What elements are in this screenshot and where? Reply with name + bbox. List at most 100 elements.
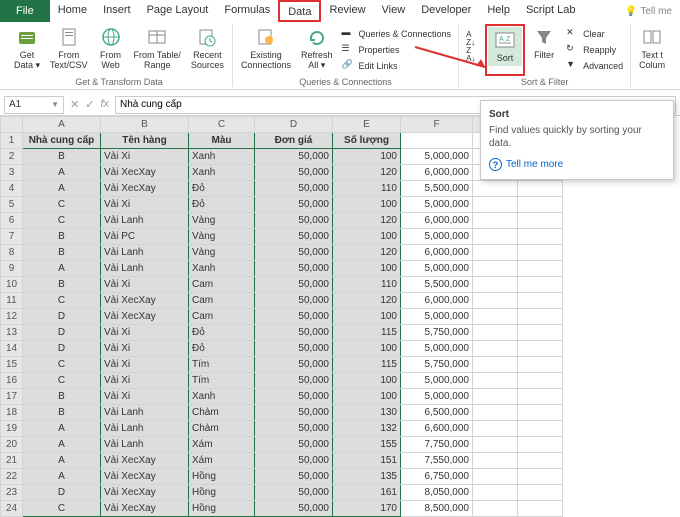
cell[interactable]: [518, 181, 563, 197]
cell[interactable]: 50,000: [255, 421, 333, 437]
cell[interactable]: 100: [333, 197, 401, 213]
cell[interactable]: B: [23, 405, 101, 421]
cell[interactable]: Vải Lanh: [101, 245, 189, 261]
cell[interactable]: D: [23, 485, 101, 501]
row-header[interactable]: 24: [1, 501, 23, 517]
cell[interactable]: A: [23, 261, 101, 277]
cell[interactable]: [473, 213, 518, 229]
text-to-columns-button[interactable]: Text t Colum: [635, 24, 669, 87]
cell[interactable]: A: [23, 437, 101, 453]
cell[interactable]: [473, 277, 518, 293]
tab-home[interactable]: Home: [50, 0, 95, 22]
edit-links-button[interactable]: 🔗Edit Links: [339, 58, 455, 74]
cell[interactable]: 50,000: [255, 213, 333, 229]
cell[interactable]: 50,000: [255, 341, 333, 357]
cell[interactable]: [473, 293, 518, 309]
cell[interactable]: [473, 501, 518, 517]
cell[interactable]: Vàng: [189, 213, 255, 229]
cell[interactable]: 130: [333, 405, 401, 421]
cell[interactable]: [518, 405, 563, 421]
tell-me[interactable]: 💡Tell me: [617, 2, 680, 21]
cell[interactable]: 50,000: [255, 437, 333, 453]
cell[interactable]: 120: [333, 293, 401, 309]
cell[interactable]: Vải XecXay: [101, 181, 189, 197]
cell[interactable]: 50,000: [255, 405, 333, 421]
row-header[interactable]: 3: [1, 165, 23, 181]
cell[interactable]: [518, 341, 563, 357]
cell[interactable]: 5,000,000: [401, 341, 473, 357]
cell[interactable]: 5,000,000: [401, 261, 473, 277]
cancel-icon[interactable]: ✕: [70, 98, 79, 111]
filter-button[interactable]: Filter: [527, 24, 561, 76]
clear-button[interactable]: ✕Clear: [563, 26, 626, 42]
cell[interactable]: 5,000,000: [401, 389, 473, 405]
cell[interactable]: [473, 437, 518, 453]
cell[interactable]: Vải Xi: [101, 325, 189, 341]
cell[interactable]: [473, 389, 518, 405]
fx-icon[interactable]: fx: [100, 98, 109, 111]
cell[interactable]: [518, 453, 563, 469]
cell[interactable]: 50,000: [255, 453, 333, 469]
tab-script-lab[interactable]: Script Lab: [518, 0, 584, 22]
cell[interactable]: Vải PC: [101, 229, 189, 245]
cell[interactable]: A: [23, 165, 101, 181]
cell[interactable]: Tím: [189, 357, 255, 373]
cell[interactable]: C: [23, 213, 101, 229]
advanced-button[interactable]: ▼Advanced: [563, 58, 626, 74]
cell[interactable]: 161: [333, 485, 401, 501]
cell[interactable]: Vải Lanh: [101, 261, 189, 277]
tab-view[interactable]: View: [374, 0, 414, 22]
cell[interactable]: Vải XecXay: [101, 309, 189, 325]
cell[interactable]: Xám: [189, 453, 255, 469]
cell[interactable]: Xanh: [189, 261, 255, 277]
cell[interactable]: [473, 421, 518, 437]
cell[interactable]: 50,000: [255, 309, 333, 325]
spreadsheet-grid[interactable]: ABCDEFGH 1Nhà cung cấpTên hàngMàuĐơn giá…: [0, 116, 563, 517]
cell[interactable]: [518, 245, 563, 261]
cell[interactable]: [473, 245, 518, 261]
row-header[interactable]: 6: [1, 213, 23, 229]
cell[interactable]: A: [23, 469, 101, 485]
row-header[interactable]: 4: [1, 181, 23, 197]
row-header[interactable]: 1: [1, 133, 23, 149]
column-header[interactable]: F: [401, 117, 473, 133]
tab-page-layout[interactable]: Page Layout: [139, 0, 217, 22]
cell[interactable]: [473, 453, 518, 469]
cell[interactable]: Vải XecXay: [101, 293, 189, 309]
table-header-cell[interactable]: Tên hàng: [101, 133, 189, 149]
cell[interactable]: 5,750,000: [401, 357, 473, 373]
from-web-button[interactable]: From Web: [94, 24, 128, 76]
cell[interactable]: 7,750,000: [401, 437, 473, 453]
cell[interactable]: 50,000: [255, 261, 333, 277]
cell[interactable]: [518, 261, 563, 277]
cell[interactable]: [518, 357, 563, 373]
row-header[interactable]: 10: [1, 277, 23, 293]
column-header[interactable]: D: [255, 117, 333, 133]
queries-connections-button[interactable]: ▬Queries & Connections: [339, 26, 455, 42]
cell[interactable]: Vải Xi: [101, 197, 189, 213]
cell[interactable]: 110: [333, 277, 401, 293]
existing-connections-button[interactable]: Existing Connections: [237, 24, 295, 76]
tab-developer[interactable]: Developer: [413, 0, 479, 22]
file-tab[interactable]: File: [0, 0, 50, 22]
cell[interactable]: Vải Xi: [101, 277, 189, 293]
row-header[interactable]: 23: [1, 485, 23, 501]
cell[interactable]: [518, 325, 563, 341]
row-header[interactable]: 22: [1, 469, 23, 485]
column-header[interactable]: B: [101, 117, 189, 133]
cell[interactable]: 5,000,000: [401, 309, 473, 325]
row-header[interactable]: 7: [1, 229, 23, 245]
cell[interactable]: D: [23, 309, 101, 325]
row-header[interactable]: 20: [1, 437, 23, 453]
tab-data[interactable]: Data: [278, 0, 321, 22]
cell[interactable]: 5,000,000: [401, 229, 473, 245]
cell[interactable]: Vải Lanh: [101, 213, 189, 229]
reapply-button[interactable]: ↻Reapply: [563, 42, 626, 58]
cell[interactable]: [518, 197, 563, 213]
table-header-cell[interactable]: Số lượng: [333, 133, 401, 149]
column-header[interactable]: C: [189, 117, 255, 133]
enter-icon[interactable]: ✓: [85, 98, 94, 111]
cell[interactable]: 50,000: [255, 181, 333, 197]
cell[interactable]: 170: [333, 501, 401, 517]
properties-button[interactable]: ☰Properties: [339, 42, 455, 58]
